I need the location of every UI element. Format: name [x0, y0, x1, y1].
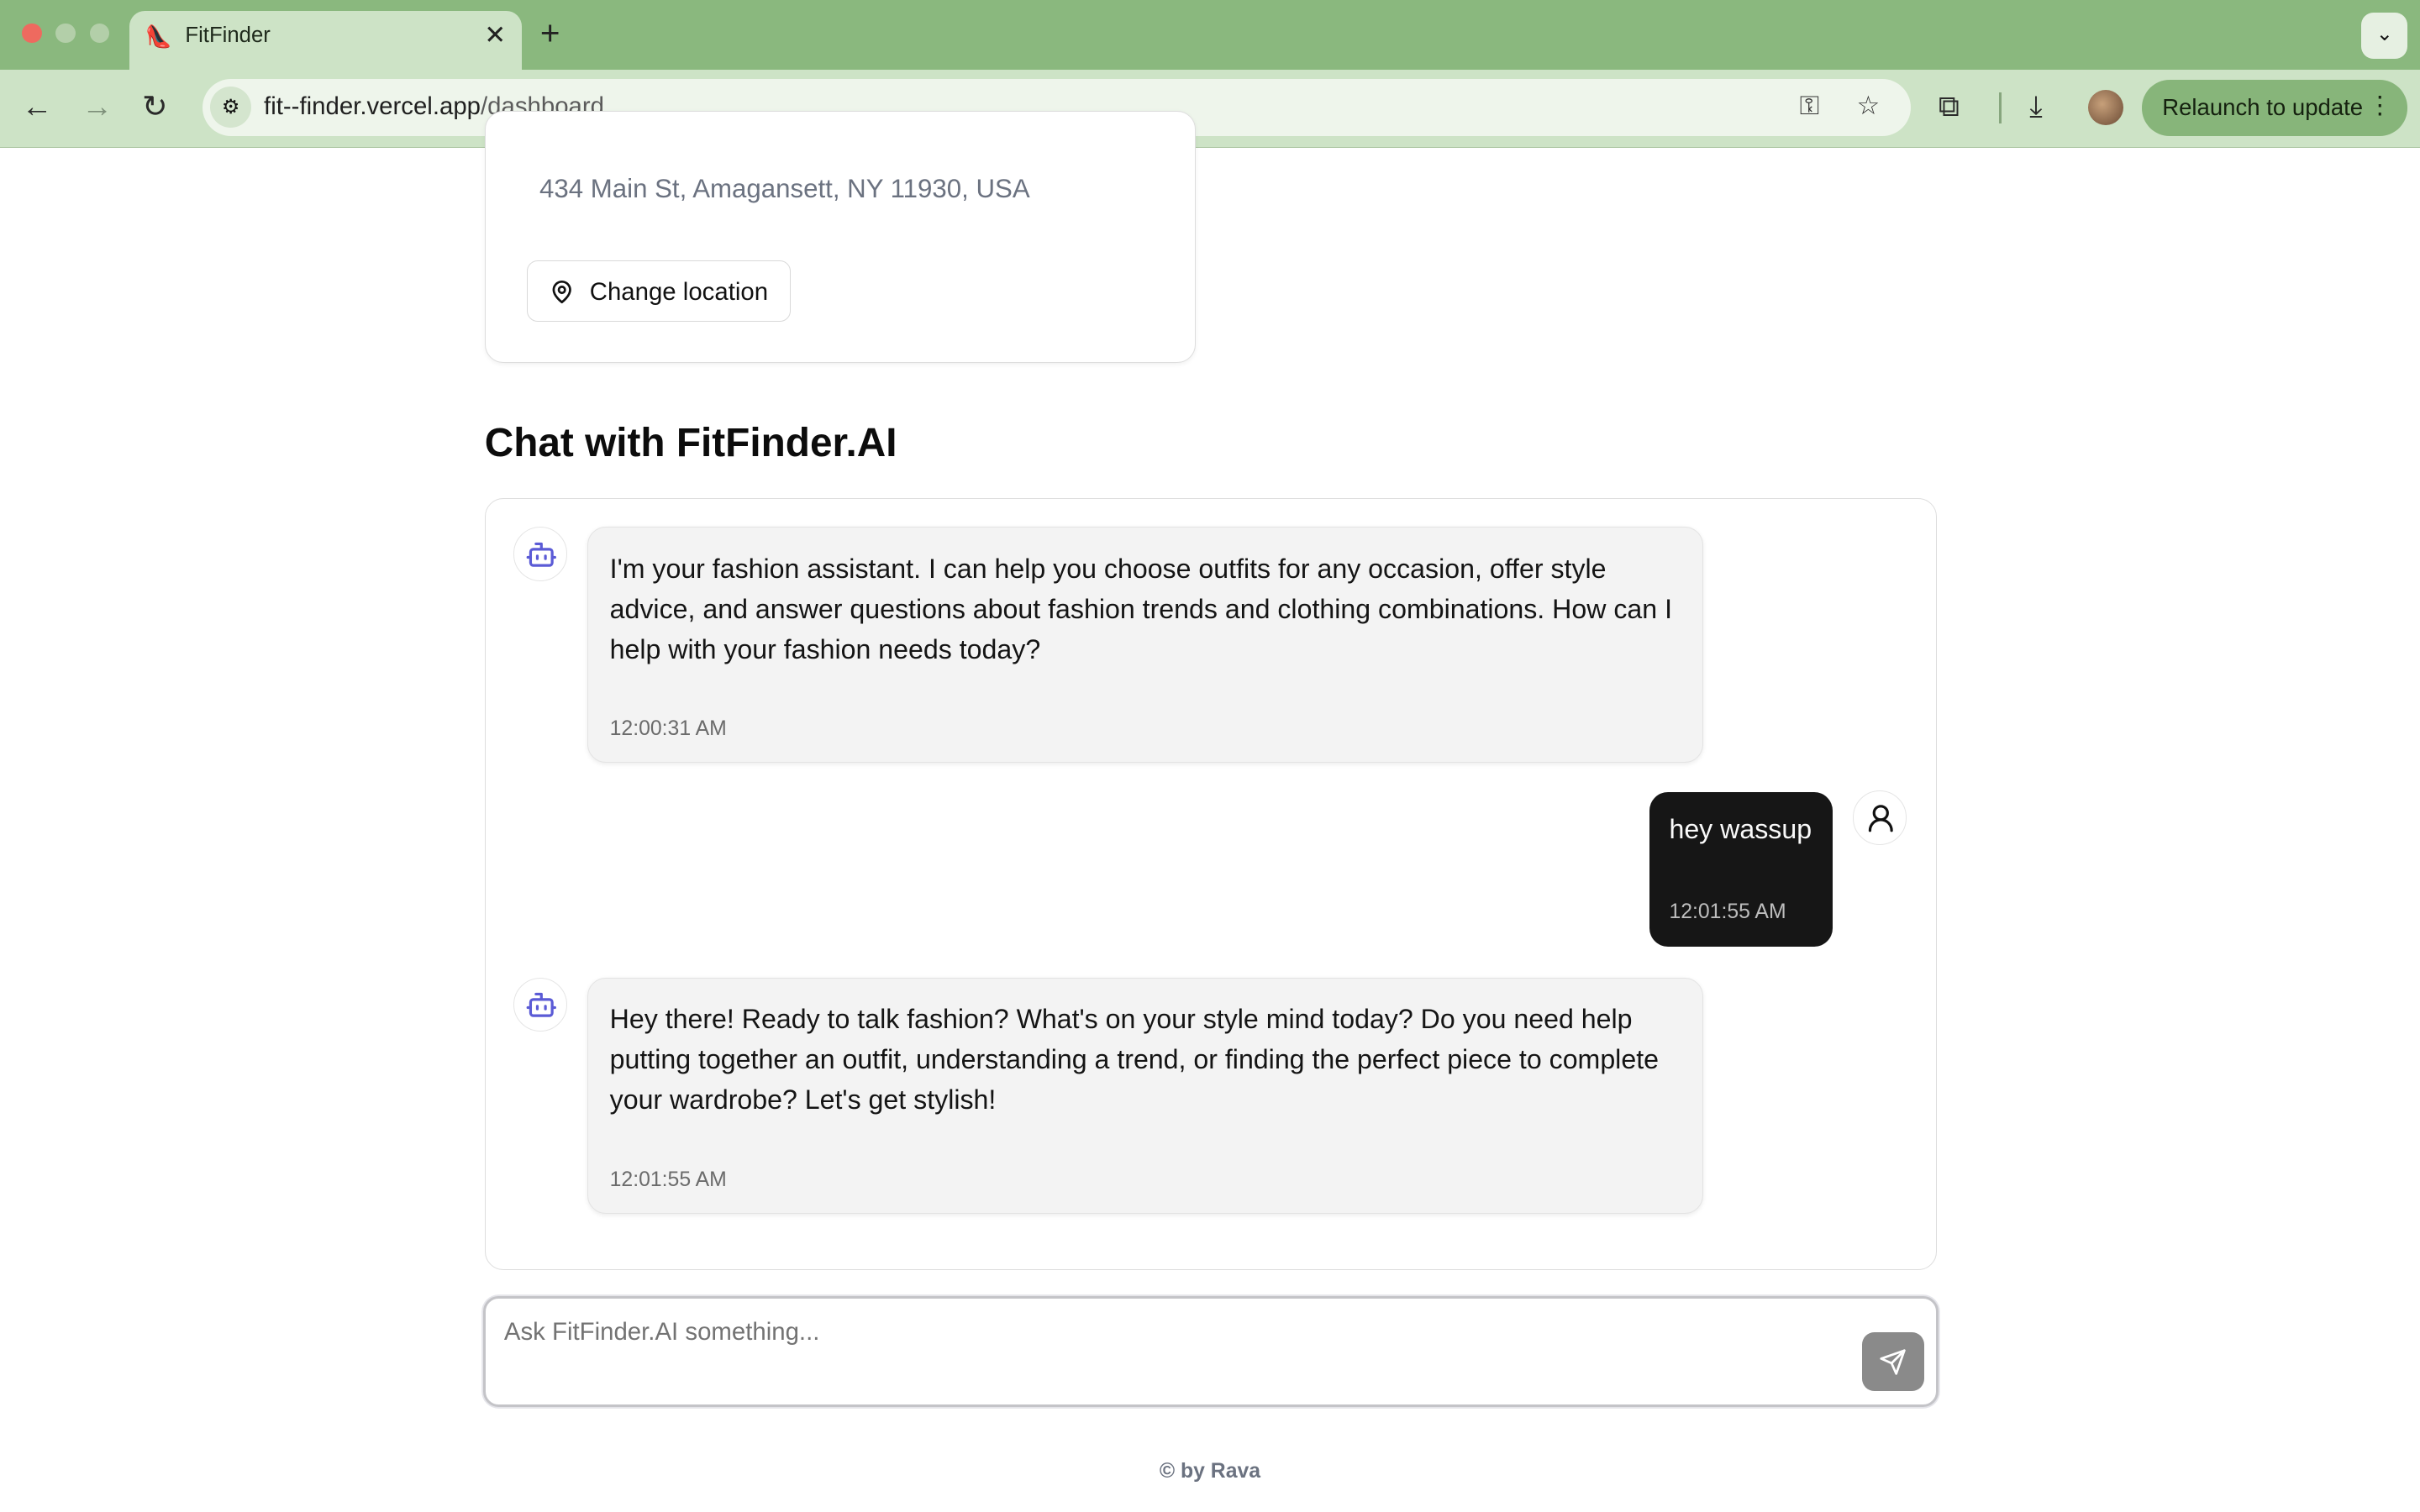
bookmark-star-icon[interactable]: ☆ — [1857, 91, 1881, 121]
forward-arrow-icon[interactable]: → — [82, 88, 113, 125]
message-timestamp: 12:01:55 AM — [1669, 900, 1786, 923]
password-key-icon[interactable]: ⚿ — [1800, 91, 1820, 122]
close-window-button[interactable] — [21, 23, 42, 44]
tab-title: FitFinder — [185, 23, 271, 47]
toolbar-divider — [1998, 92, 2002, 123]
bot-avatar — [513, 977, 568, 1032]
new-tab-button[interactable]: + — [540, 13, 560, 51]
send-icon — [1880, 1348, 1907, 1375]
more-menu-icon[interactable]: ⋮ — [2368, 91, 2392, 120]
footer-credit: © by Rava — [1159, 1459, 1261, 1483]
chat-input[interactable] — [503, 1314, 1832, 1352]
send-button[interactable] — [1862, 1332, 1924, 1391]
change-location-button[interactable]: Change location — [527, 260, 792, 322]
message-timestamp: 12:00:31 AM — [609, 717, 727, 741]
bot-icon — [526, 993, 556, 1018]
back-arrow-icon[interactable]: ← — [22, 88, 53, 125]
relaunch-label: Relaunch to update — [2162, 94, 2364, 120]
chat-heading: Chat with FitFinder.AI — [484, 420, 897, 465]
chat-messages-panel[interactable]: I'm your fashion assistant. I can help y… — [484, 498, 1938, 1270]
location-card: 434 Main St, Amagansett, NY 11930, USA C… — [484, 111, 1197, 363]
user-avatar — [1853, 790, 1907, 845]
bot-avatar — [513, 527, 568, 581]
tab-search-button[interactable]: ⌄ — [2361, 12, 2408, 59]
download-icon[interactable]: ⤓ — [2029, 88, 2042, 125]
browser-toolbar: ← → ↻ ⚙ fit--finder.vercel.app/dashboard… — [0, 69, 2420, 149]
browser-tab-fitfinder[interactable]: 👠 FitFinder ✕ — [129, 10, 522, 70]
change-location-label: Change location — [589, 277, 769, 306]
profile-avatar[interactable] — [2088, 89, 2124, 125]
extensions-icon[interactable]: ⧉ — [1939, 88, 1960, 125]
bot-message: I'm your fashion assistant. I can help y… — [587, 527, 1703, 764]
site-info-icon[interactable]: ⚙ — [209, 86, 252, 129]
reload-icon[interactable]: ↻ — [142, 88, 168, 125]
minimize-window-button[interactable] — [55, 23, 76, 44]
browser-tabstrip: 👠 FitFinder ✕ + ⌄ — [0, 0, 2420, 70]
chat-input-container[interactable] — [482, 1295, 1939, 1408]
bot-message-text: I'm your fashion assistant. I can help y… — [609, 554, 1672, 664]
user-message: hey wassup 12:01:55 AM — [1649, 792, 1833, 947]
message-timestamp: 12:01:55 AM — [609, 1168, 727, 1191]
bot-message-text: Hey there! Ready to talk fashion? What's… — [609, 1004, 1659, 1115]
close-icon[interactable]: ✕ — [484, 20, 506, 50]
shoe-icon: 👠 — [145, 25, 172, 50]
user-icon — [1868, 805, 1893, 832]
url-host: fit--finder.vercel.app — [264, 92, 481, 121]
user-message-text: hey wassup — [1669, 813, 1812, 844]
bot-icon — [526, 542, 556, 567]
maximize-window-button[interactable] — [89, 23, 110, 44]
location-address: 434 Main St, Amagansett, NY 11930, USA — [539, 173, 1030, 203]
map-pin-icon — [552, 280, 571, 303]
bot-message: Hey there! Ready to talk fashion? What's… — [587, 977, 1703, 1214]
relaunch-button[interactable]: Relaunch to update ⋮ — [2142, 80, 2408, 136]
